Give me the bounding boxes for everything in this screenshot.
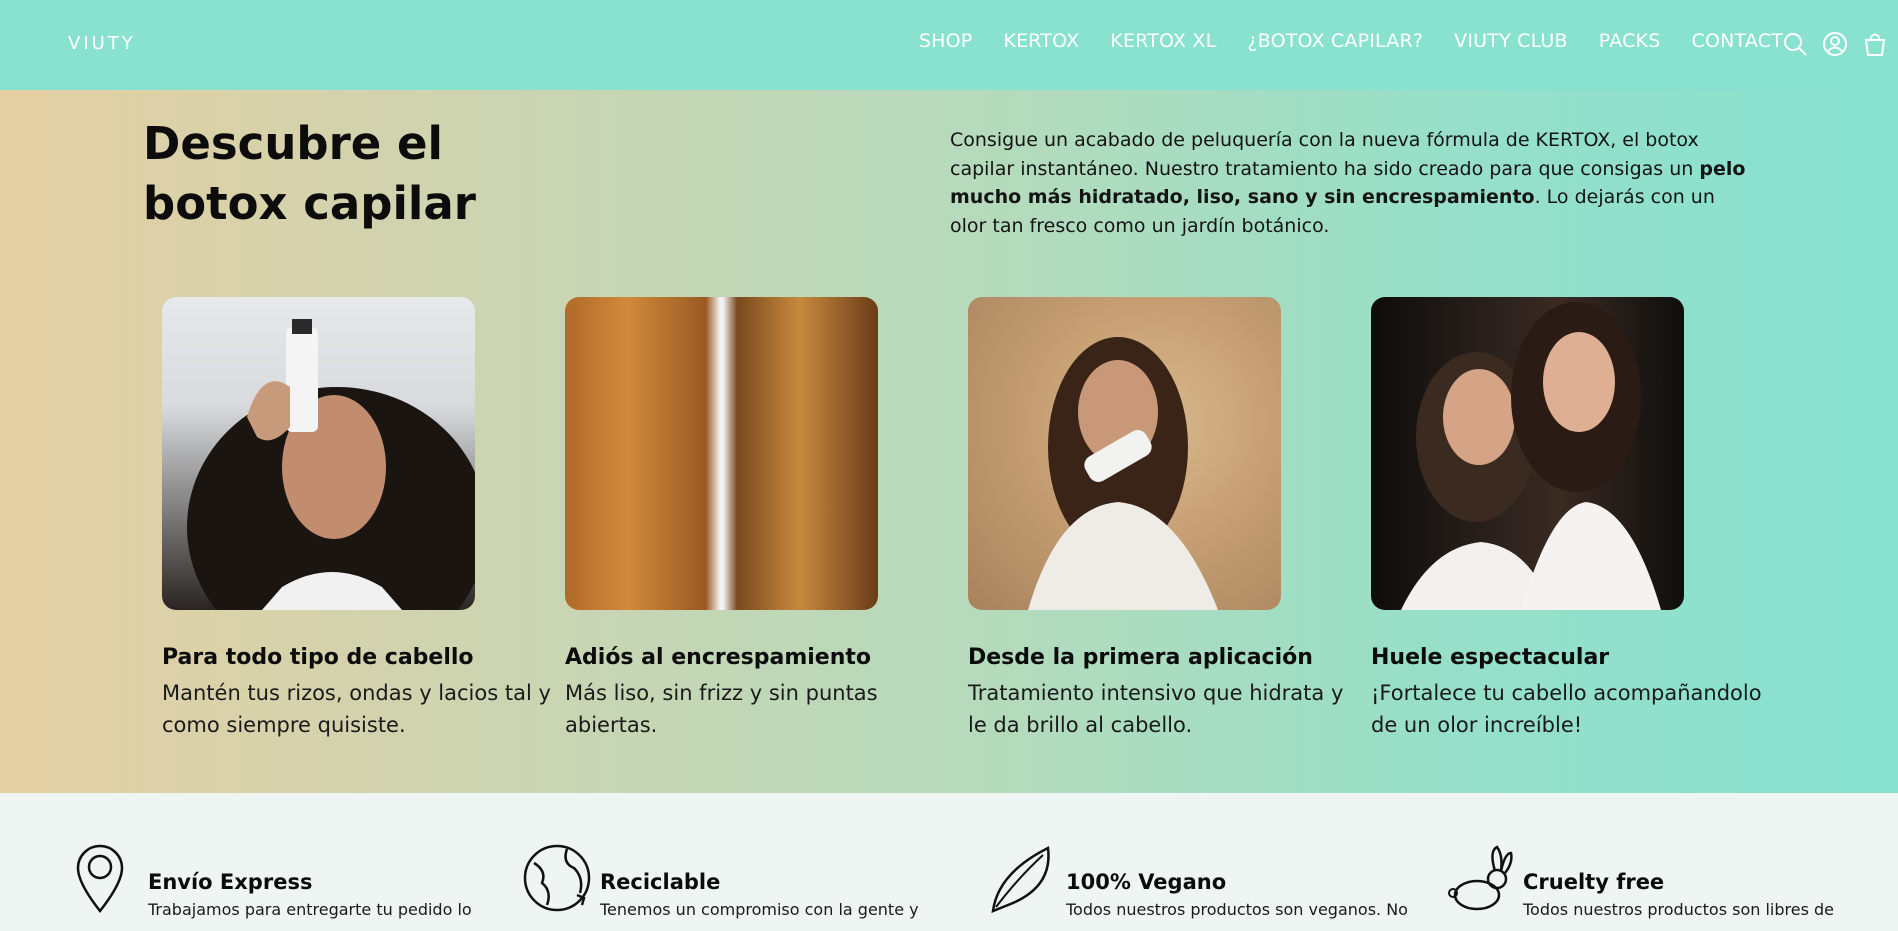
main-nav: SHOP KERTOX KERTOX XL ¿BOTOX CAPILAR? VI… [888, 30, 1783, 52]
account-icon[interactable] [1822, 30, 1848, 58]
feature-desc: Trabajamos para entregarte tu pedido lo [148, 900, 472, 919]
nav-botox-capilar[interactable]: ¿BOTOX CAPILAR? [1247, 30, 1423, 52]
feature-desc: Tenemos un compromiso con la gente y [600, 900, 919, 919]
card-first-application: Desde la primera aplicación Tratamiento … [968, 297, 1378, 741]
header-icons [1782, 30, 1888, 58]
nav-shop[interactable]: SHOP [919, 30, 973, 52]
card-title: Para todo tipo de cabello [162, 645, 474, 670]
feature-desc: Todos nuestros productos son veganos. No [1066, 900, 1408, 919]
feature-title: Reciclable [600, 870, 721, 894]
card-frizz: Adiós al encrespamiento Más liso, sin fr… [565, 297, 975, 741]
recycle-globe-icon [522, 843, 592, 913]
feature-desc: Todos nuestros productos son libres de [1523, 900, 1835, 919]
cart-icon[interactable] [1862, 30, 1888, 58]
feature-express-shipping: Envío Express Trabajamos para entregarte… [70, 843, 472, 919]
card-text: Más liso, sin frizz y sin puntas abierta… [565, 681, 878, 737]
feature-vegan: 100% Vegano Todos nuestros productos son… [988, 843, 1408, 919]
nav-viuty-club[interactable]: VIUTY CLUB [1454, 30, 1568, 52]
location-pin-icon [70, 843, 140, 914]
nav-contact[interactable]: CONTACT [1691, 30, 1783, 52]
card-text: Mantén tus rizos, ondas y lacios tal y c… [162, 681, 551, 737]
card-image-curly-hair [162, 297, 475, 610]
hero-description: Consigue un acabado de peluquería con la… [950, 126, 1750, 240]
card-all-hair: Para todo tipo de cabello Mantén tus riz… [162, 297, 572, 741]
hero-section: Descubre el botox capilar Consigue un ac… [0, 90, 1898, 793]
card-title: Huele espectacular [1371, 645, 1610, 670]
card-image-hair-comparison [565, 297, 878, 610]
card-title: Desde la primera aplicación [968, 645, 1313, 670]
feature-title: Envío Express [148, 870, 313, 894]
site-header: VIUTY SHOP KERTOX KERTOX XL ¿BOTOX CAPIL… [0, 0, 1898, 90]
card-image-woman-product [968, 297, 1281, 610]
leaf-icon [988, 843, 1058, 913]
search-icon[interactable] [1782, 30, 1808, 58]
card-image-two-women [1371, 297, 1684, 610]
feature-title: Cruelty free [1523, 870, 1665, 894]
card-title: Adiós al encrespamiento [565, 645, 871, 670]
features-section: Envío Express Trabajamos para entregarte… [0, 793, 1898, 931]
nav-kertox-xl[interactable]: KERTOX XL [1110, 30, 1216, 52]
card-text: Tratamiento intensivo que hidrata y le d… [968, 681, 1344, 737]
feature-cruelty-free: Cruelty free Todos nuestros productos so… [1445, 843, 1834, 919]
nav-packs[interactable]: PACKS [1599, 30, 1661, 52]
feature-title: 100% Vegano [1066, 870, 1227, 894]
hero-title: Descubre el botox capilar [143, 117, 476, 230]
hero-desc-part1: Consigue un acabado de peluquería con la… [950, 129, 1700, 180]
card-text: ¡Fortalece tu cabello acompañandolo de u… [1371, 681, 1762, 737]
card-smell: Huele espectacular ¡Fortalece tu cabello… [1371, 297, 1781, 741]
feature-recyclable: Reciclable Tenemos un compromiso con la … [522, 843, 919, 919]
nav-kertox[interactable]: KERTOX [1003, 30, 1079, 52]
rabbit-icon [1445, 843, 1515, 913]
logo[interactable]: VIUTY [68, 33, 136, 54]
